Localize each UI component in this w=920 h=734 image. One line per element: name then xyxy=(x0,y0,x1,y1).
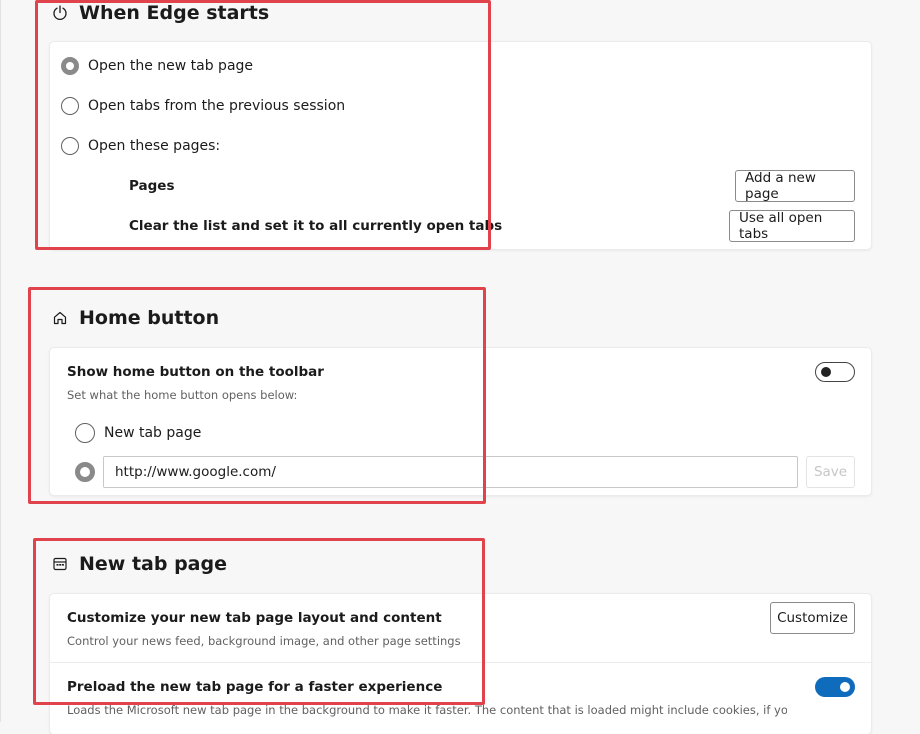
home-option-url[interactable] xyxy=(75,462,95,482)
toggle-knob xyxy=(821,367,831,377)
new-tab-section-title: New tab page xyxy=(52,549,227,579)
new-tab-title: New tab page xyxy=(79,553,227,575)
radio-label: Open the new tab page xyxy=(88,58,254,74)
customize-button[interactable]: Customize xyxy=(770,602,855,634)
radio-home-new-tab-page[interactable] xyxy=(75,423,95,443)
card-divider xyxy=(50,662,871,663)
preload-toggle[interactable] xyxy=(815,677,855,697)
preload-description: Loads the Microsoft new tab page in the … xyxy=(67,703,787,717)
add-new-page-button[interactable]: Add a new page xyxy=(735,170,855,202)
home-section-title: Home button xyxy=(52,303,219,333)
startup-section-title: When Edge starts xyxy=(52,0,269,28)
customize-description: Control your news feed, background image… xyxy=(67,634,461,648)
home-card: Show home button on the toolbar Set what… xyxy=(50,348,871,495)
save-button[interactable]: Save xyxy=(806,456,855,488)
startup-card: Open the new tab page Open tabs from the… xyxy=(50,42,871,249)
home-icon xyxy=(53,311,67,325)
radio-these-pages[interactable] xyxy=(61,137,79,155)
home-button-description: Set what the home button opens below: xyxy=(67,388,298,402)
preload-label: Preload the new tab page for a faster ex… xyxy=(67,679,443,695)
startup-option-new-tab[interactable]: Open the new tab page xyxy=(61,57,253,75)
radio-label: Open these pages: xyxy=(88,138,221,154)
new-tab-card: Customize your new tab page layout and c… xyxy=(50,594,871,734)
left-divider xyxy=(0,0,1,722)
home-url-input[interactable]: http://www.google.com/ xyxy=(103,456,798,488)
startup-option-previous-session[interactable]: Open tabs from the previous session xyxy=(61,97,345,115)
radio-previous-session[interactable] xyxy=(61,97,79,115)
customize-label: Customize your new tab page layout and c… xyxy=(67,610,442,626)
radio-label: New tab page xyxy=(104,425,202,441)
startup-title: When Edge starts xyxy=(79,2,270,24)
home-title: Home button xyxy=(79,307,220,329)
new-tab-page-icon xyxy=(53,557,67,571)
clear-list-label: Clear the list and set it to all current… xyxy=(129,218,503,234)
radio-label: Open tabs from the previous session xyxy=(88,98,346,114)
use-all-open-tabs-button[interactable]: Use all open tabs xyxy=(729,210,855,242)
radio-home-url[interactable] xyxy=(75,462,95,482)
radio-new-tab-page[interactable] xyxy=(61,57,79,75)
pages-label: Pages xyxy=(129,178,175,194)
show-home-button-toggle[interactable] xyxy=(815,362,855,382)
show-home-button-label: Show home button on the toolbar xyxy=(67,364,324,380)
toggle-knob xyxy=(840,682,850,692)
startup-option-these-pages[interactable]: Open these pages: xyxy=(61,137,220,155)
power-icon xyxy=(53,5,67,21)
home-option-new-tab[interactable]: New tab page xyxy=(75,423,201,443)
